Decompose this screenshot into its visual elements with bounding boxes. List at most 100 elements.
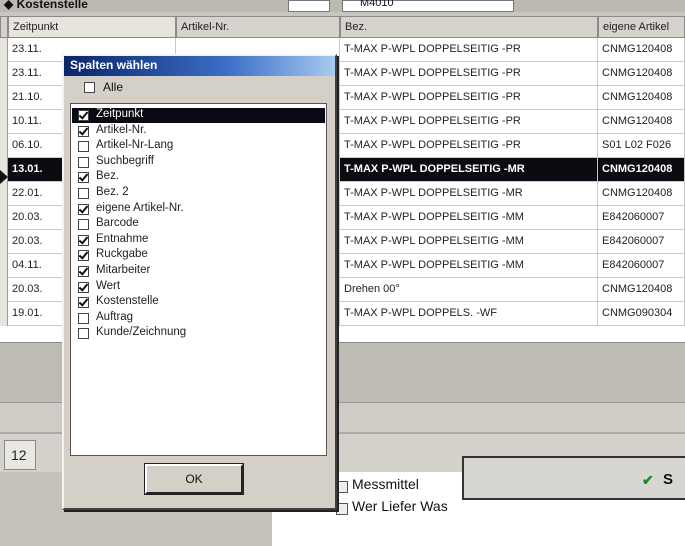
ok-button[interactable]: OK — [144, 463, 244, 495]
row-selector[interactable] — [0, 302, 8, 326]
current-row-arrow-icon — [0, 170, 8, 184]
column-option-label: Bez. 2 — [96, 186, 129, 198]
folder-icon — [336, 481, 348, 493]
cost-center-value: M4010 — [360, 0, 394, 9]
row-selector[interactable] — [0, 206, 8, 230]
column-checkbox[interactable] — [78, 188, 89, 199]
cell-bez[interactable]: T-MAX P-WPL DOPPELSEITIG -MM — [340, 230, 598, 254]
column-checkbox[interactable] — [78, 281, 89, 293]
column-option[interactable]: Zeitpunkt — [72, 108, 325, 123]
select-all-label: Alle — [103, 80, 124, 94]
folder-icon — [336, 503, 348, 515]
column-header-artikel-nr[interactable]: Artikel-Nr. — [176, 16, 340, 38]
column-option-label: Zeitpunkt — [96, 108, 144, 120]
row-selector[interactable] — [0, 230, 8, 254]
column-option-label: Ruckgabe — [96, 248, 148, 261]
column-checkbox[interactable] — [78, 312, 89, 324]
sort-indicator-icon[interactable] — [0, 16, 8, 38]
row-selector[interactable] — [0, 110, 8, 134]
cell-eigene-artikel[interactable]: CNMG090304 — [598, 302, 685, 326]
column-option[interactable]: Suchbegriff — [72, 155, 325, 170]
column-option[interactable]: Wert — [72, 280, 325, 295]
cell-bez[interactable]: T-MAX P-WPL DOPPELSEITIG -PR — [340, 110, 598, 134]
column-option[interactable]: Kostenstelle — [72, 295, 325, 310]
column-option[interactable]: Artikel-Nr-Lang — [72, 139, 325, 154]
column-option-label: Barcode — [96, 217, 139, 230]
column-option[interactable]: Bez. 2 — [72, 186, 325, 201]
cost-center-text: Kostenstelle — [16, 0, 88, 11]
cell-bez[interactable]: T-MAX P-WPL DOPPELSEITIG -MM — [340, 206, 598, 230]
cell-bez[interactable]: T-MAX P-WPL DOPPELSEITIG -MR — [340, 158, 598, 182]
cell-eigene-artikel[interactable]: S01 L02 F026 — [598, 134, 685, 158]
cell-bez[interactable]: T-MAX P-WPL DOPPELSEITIG -PR — [340, 86, 598, 110]
status-panel-letter: S — [663, 471, 674, 488]
cell-eigene-artikel[interactable]: E842060007 — [598, 206, 685, 230]
column-checkbox[interactable] — [78, 219, 89, 231]
column-header-eigene-artikel[interactable]: eigene Artikel — [598, 16, 685, 38]
column-option-label: eigene Artikel-Nr. — [96, 201, 184, 214]
tree-item-messmittel[interactable]: Messmittel — [352, 476, 419, 492]
cell-eigene-artikel[interactable]: CNMG120408 — [598, 110, 685, 134]
cost-center-combo[interactable] — [288, 0, 330, 12]
select-all-checkbox[interactable] — [84, 82, 95, 93]
column-option-label: Auftrag — [96, 310, 134, 323]
column-option[interactable]: Artikel-Nr. — [72, 124, 325, 139]
column-checkbox[interactable] — [78, 250, 89, 262]
row-selector[interactable] — [0, 38, 8, 62]
row-selector[interactable] — [0, 254, 8, 278]
column-option[interactable]: Kunde/Zeichnung — [72, 326, 325, 341]
column-checkbox[interactable] — [78, 297, 89, 309]
column-option[interactable]: eigene Artikel-Nr. — [72, 202, 325, 217]
column-option-label: Wert — [96, 279, 121, 292]
tree-item-wer-liefer-was[interactable]: Wer Liefer Was — [352, 498, 448, 514]
column-checkbox[interactable] — [78, 125, 89, 137]
column-option-label: Kostenstelle — [96, 295, 159, 308]
cell-bez[interactable]: T-MAX P-WPL DOPPELSEITIG -MM — [340, 254, 598, 278]
cell-bez[interactable]: Drehen 00° — [340, 278, 598, 302]
cost-center-label: ◆ Kostenstelle — [4, 0, 88, 11]
column-checkbox[interactable] — [78, 172, 89, 184]
column-option[interactable]: Entnahme — [72, 233, 325, 248]
column-checkbox[interactable] — [78, 234, 89, 246]
cell-eigene-artikel[interactable]: CNMG120408 — [598, 62, 685, 86]
cell-eigene-artikel[interactable]: E842060007 — [598, 254, 685, 278]
cell-eigene-artikel[interactable]: E842060007 — [598, 230, 685, 254]
column-header-bez[interactable]: Bez. — [340, 16, 598, 38]
column-option[interactable]: Ruckgabe — [72, 248, 325, 263]
row-selector[interactable] — [0, 278, 8, 302]
cell-bez[interactable]: T-MAX P-WPL DOPPELSEITIG -MR — [340, 182, 598, 206]
record-count: 12 — [4, 440, 36, 470]
column-option-label: Mitarbeiter — [96, 264, 151, 276]
column-checkbox[interactable] — [78, 203, 89, 215]
column-checkbox[interactable] — [78, 110, 89, 121]
column-option[interactable]: Auftrag — [72, 311, 325, 326]
row-selector[interactable] — [0, 62, 8, 86]
cell-eigene-artikel[interactable]: CNMG120408 — [598, 182, 685, 206]
column-option-label: Bez. — [96, 170, 120, 183]
column-checkbox[interactable] — [78, 328, 89, 340]
row-selector[interactable] — [0, 134, 8, 158]
cell-bez[interactable]: T-MAX P-WPL DOPPELSEITIG -PR — [340, 62, 598, 86]
column-option-label: Artikel-Nr-Lang — [96, 139, 174, 152]
cell-eigene-artikel[interactable]: CNMG120408 — [598, 278, 685, 302]
column-option[interactable]: Bez. — [72, 170, 325, 185]
column-checkbox[interactable] — [78, 141, 89, 153]
column-header-zeitpunkt[interactable]: Zeitpunkt — [8, 16, 176, 38]
row-selector[interactable] — [0, 86, 8, 110]
column-option[interactable]: Mitarbeiter — [72, 264, 325, 279]
column-checkbox[interactable] — [78, 266, 89, 277]
column-option-label: Suchbegriff — [96, 154, 154, 167]
row-selector[interactable] — [0, 182, 8, 206]
dialog-title: Spalten wählen — [70, 58, 158, 72]
cell-eigene-artikel[interactable]: CNMG120408 — [598, 38, 685, 62]
cell-bez[interactable]: T-MAX P-WPL DOPPELS. -WF — [340, 302, 598, 326]
column-option-label: Artikel-Nr. — [96, 123, 147, 136]
cell-eigene-artikel[interactable]: CNMG120408 — [598, 86, 685, 110]
cell-bez[interactable]: T-MAX P-WPL DOPPELSEITIG -PR — [340, 38, 598, 62]
cell-eigene-artikel[interactable]: CNMG120408 — [598, 158, 685, 182]
column-option-label: Entnahme — [96, 232, 149, 245]
column-option[interactable]: Barcode — [72, 217, 325, 232]
column-checkbox[interactable] — [78, 156, 89, 168]
cell-bez[interactable]: T-MAX P-WPL DOPPELSEITIG -PR — [340, 134, 598, 158]
column-option-label: Kunde/Zeichnung — [96, 326, 187, 339]
